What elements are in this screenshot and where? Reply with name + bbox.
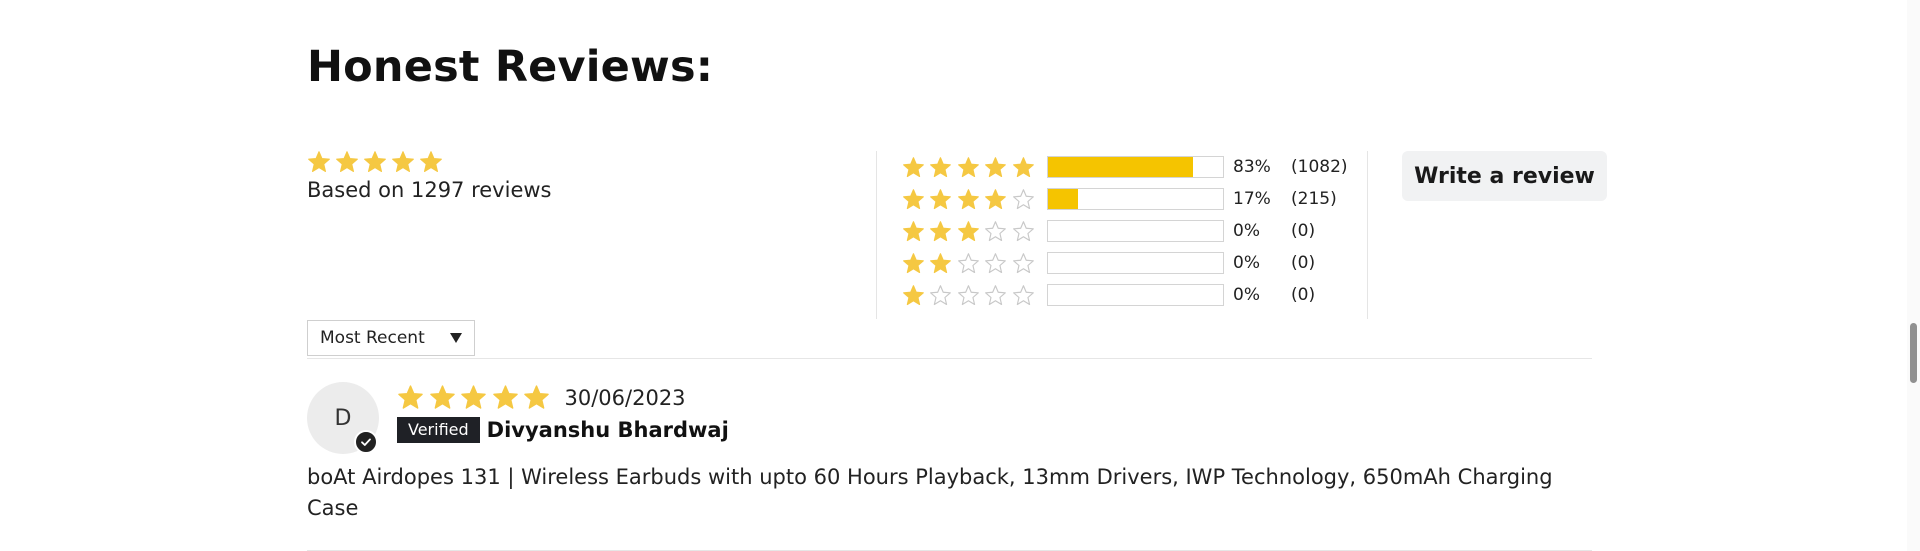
histogram-stars	[902, 252, 1039, 275]
filled-star-icon	[929, 188, 952, 211]
empty-star-icon	[1012, 284, 1035, 307]
filled-star-icon	[957, 188, 980, 211]
histogram-bar	[1047, 156, 1224, 178]
review-author: Divyanshu Bhardwaj	[486, 418, 729, 442]
filled-star-icon	[391, 150, 415, 174]
histogram-percent: 17%	[1233, 189, 1271, 209]
empty-star-icon	[957, 252, 980, 275]
filled-star-icon	[984, 156, 1007, 179]
empty-star-icon	[984, 220, 1007, 243]
filled-star-icon	[929, 252, 952, 275]
filled-star-icon	[929, 220, 952, 243]
histogram-bar	[1047, 188, 1224, 210]
review-date: 30/06/2023	[564, 385, 686, 410]
verified-badge: Verified	[397, 417, 480, 443]
filled-star-icon	[335, 150, 359, 174]
histogram-row-3-star[interactable]: 0% (0)	[877, 219, 1315, 243]
filled-star-icon	[307, 150, 331, 174]
divider	[307, 358, 1592, 359]
histogram-percent: 0%	[1233, 253, 1260, 273]
page-scrollbar[interactable]	[1907, 0, 1920, 551]
filled-star-icon	[419, 150, 443, 174]
reviews-section: Honest Reviews: Based on 1297 reviews 83…	[307, 0, 1607, 551]
empty-star-icon	[984, 252, 1007, 275]
histogram-bar	[1047, 252, 1224, 274]
filled-star-icon	[957, 156, 980, 179]
histogram-bar-fill	[1048, 157, 1194, 177]
histogram-bar	[1047, 284, 1224, 306]
histogram-count: (215)	[1291, 189, 1337, 209]
histogram-stars	[902, 220, 1039, 243]
empty-star-icon	[1012, 220, 1035, 243]
summary-stars	[307, 150, 551, 174]
section-heading: Honest Reviews:	[307, 42, 714, 92]
histogram-bar	[1047, 220, 1224, 242]
review-stars	[397, 384, 555, 411]
filled-star-icon	[929, 156, 952, 179]
histogram-percent: 0%	[1233, 285, 1260, 305]
empty-star-icon	[957, 284, 980, 307]
empty-star-icon	[1012, 188, 1035, 211]
filled-star-icon	[363, 150, 387, 174]
sort-selected-value: Most Recent	[320, 328, 425, 348]
histogram-percent: 83%	[1233, 157, 1271, 177]
check-badge-icon	[354, 430, 378, 454]
filled-star-icon	[984, 188, 1007, 211]
histogram-count: (1082)	[1291, 157, 1348, 177]
write-review-button[interactable]: Write a review	[1402, 151, 1607, 201]
filled-star-icon	[902, 188, 925, 211]
histogram-count: (0)	[1291, 221, 1316, 241]
filled-star-icon	[902, 284, 925, 307]
histogram-count: (0)	[1291, 253, 1316, 273]
empty-star-icon	[929, 284, 952, 307]
filled-star-icon	[429, 384, 456, 411]
histogram-count: (0)	[1291, 285, 1316, 305]
empty-star-icon	[984, 284, 1007, 307]
filled-star-icon	[957, 220, 980, 243]
review-body: boAt Airdopes 131 | Wireless Earbuds wit…	[307, 465, 1553, 520]
histogram-row-5-star[interactable]: 83% (1082)	[877, 155, 1348, 179]
avatar-initial: D	[334, 405, 352, 431]
histogram-row-1-star[interactable]: 0% (0)	[877, 283, 1315, 307]
filled-star-icon	[460, 384, 487, 411]
review-count-text: Based on 1297 reviews	[307, 178, 552, 202]
empty-star-icon	[1012, 252, 1035, 275]
histogram-row-2-star[interactable]: 0% (0)	[877, 251, 1315, 275]
filled-star-icon	[902, 156, 925, 179]
rating-histogram: 83% (1082) 17% (215) 0% (0) 0% (0) 0% (0…	[876, 151, 1368, 319]
histogram-percent: 0%	[1233, 221, 1260, 241]
filled-star-icon	[397, 384, 424, 411]
histogram-stars	[902, 284, 1039, 307]
histogram-stars	[902, 188, 1039, 211]
filled-star-icon	[523, 384, 550, 411]
rating-summary: Based on 1297 reviews	[307, 150, 551, 202]
filled-star-icon	[492, 384, 519, 411]
filled-star-icon	[1012, 156, 1035, 179]
histogram-stars	[902, 156, 1039, 179]
histogram-bar-fill	[1048, 189, 1078, 209]
review-meta: 30/06/2023 Verified Divyanshu Bhardwaj	[397, 384, 729, 443]
sort-dropdown[interactable]: Most Recent	[307, 320, 475, 356]
scrollbar-thumb[interactable]	[1910, 323, 1917, 383]
filled-star-icon	[902, 220, 925, 243]
histogram-row-4-star[interactable]: 17% (215)	[877, 187, 1337, 211]
caret-down-icon	[450, 333, 462, 343]
filled-star-icon	[902, 252, 925, 275]
